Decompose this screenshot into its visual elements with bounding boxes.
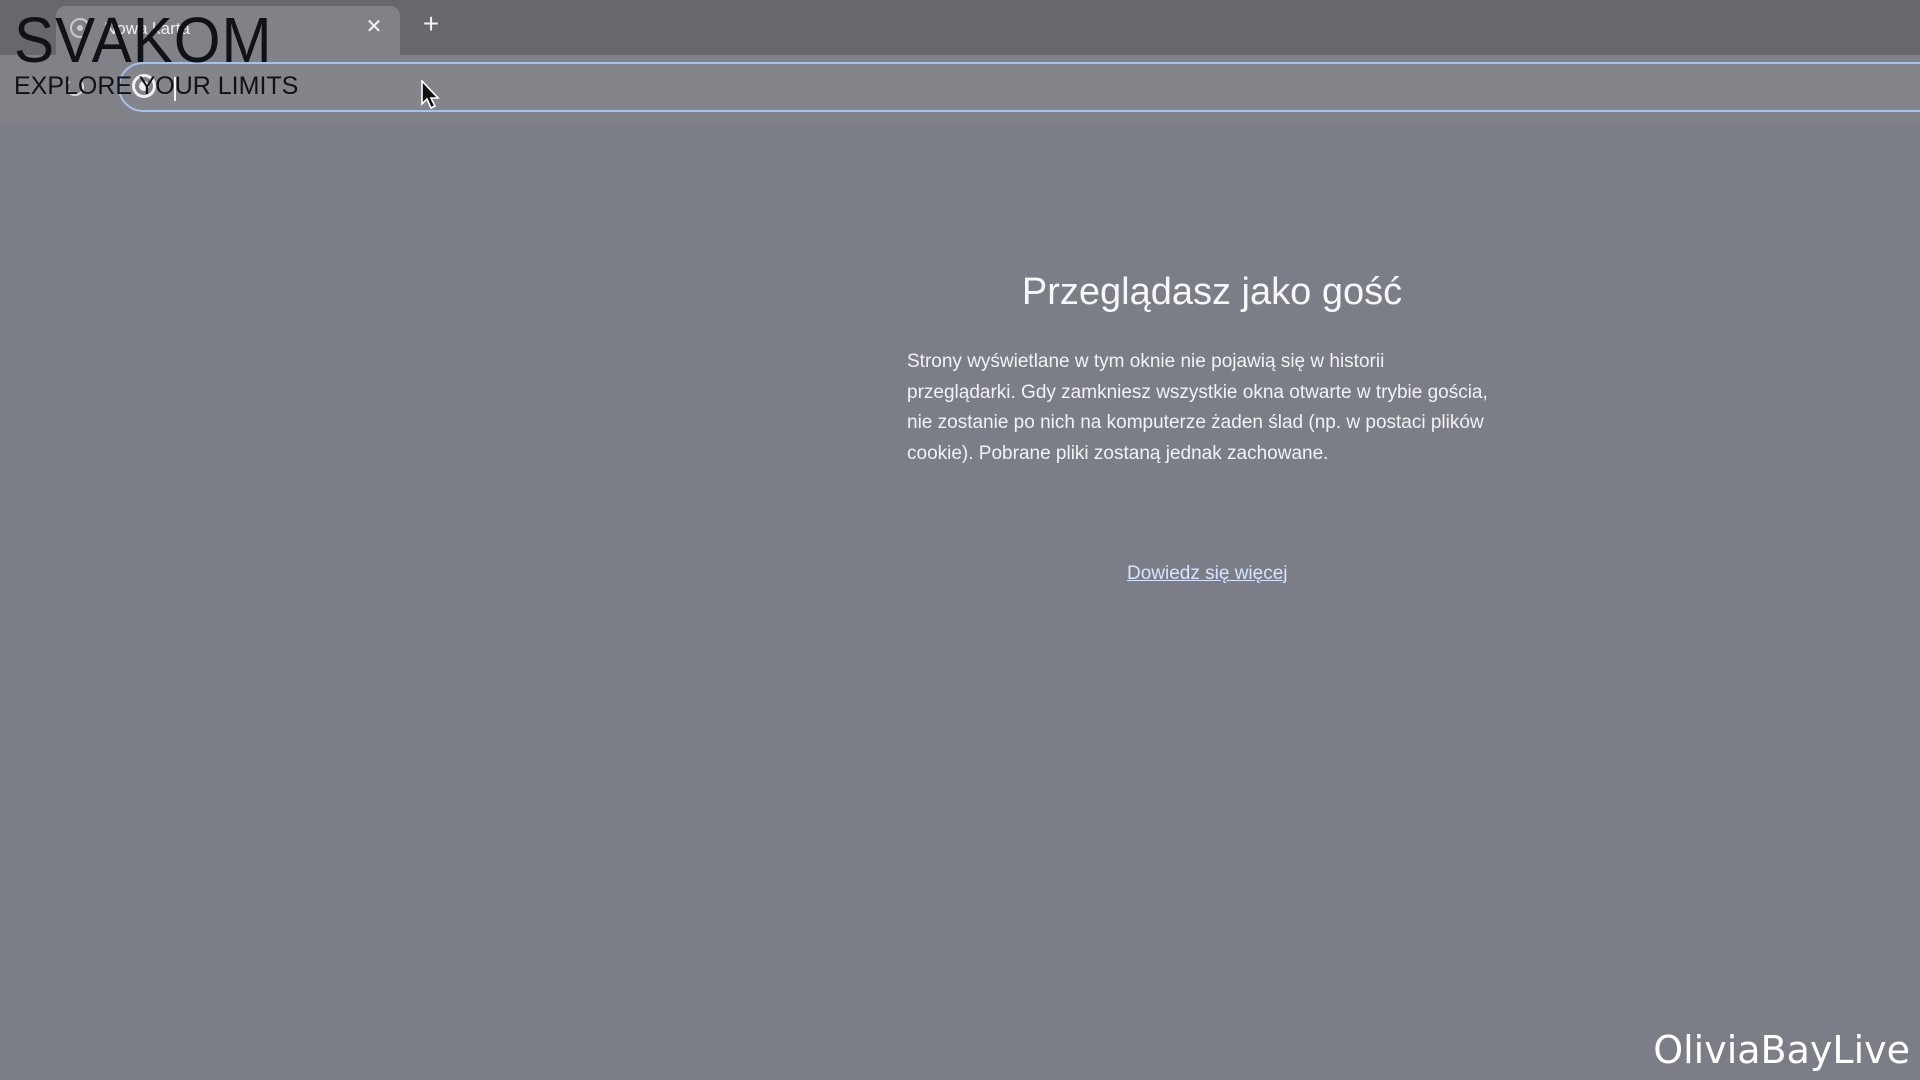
browser-window: Nowa karta ✕ + Przeglądasz jako gość Str…: [0, 0, 1920, 1080]
watermark: OliviaBayLive: [1653, 1028, 1910, 1072]
guest-page: Przeglądasz jako gość Strony wyświetlane…: [0, 123, 1920, 1080]
learn-more-link[interactable]: Dowiedz się więcej: [1127, 563, 1288, 585]
omnibox[interactable]: [118, 62, 1920, 112]
guest-description: Strony wyświetlane w tym oknie nie pojaw…: [907, 351, 1488, 464]
mouse-pointer-icon: [421, 80, 440, 110]
address-input[interactable]: [172, 72, 1776, 104]
page-title: Przeglądasz jako gość: [1021, 271, 1403, 313]
brand-tagline: EXPLORE YOUR LIMITS: [14, 72, 299, 100]
close-icon[interactable]: ✕: [362, 15, 386, 39]
brand-name: SVAKOM: [14, 4, 273, 76]
plus-icon[interactable]: +: [416, 10, 446, 40]
brand-logo: SVAKOM EXPLORE YOUR LIMITS: [14, 4, 298, 100]
